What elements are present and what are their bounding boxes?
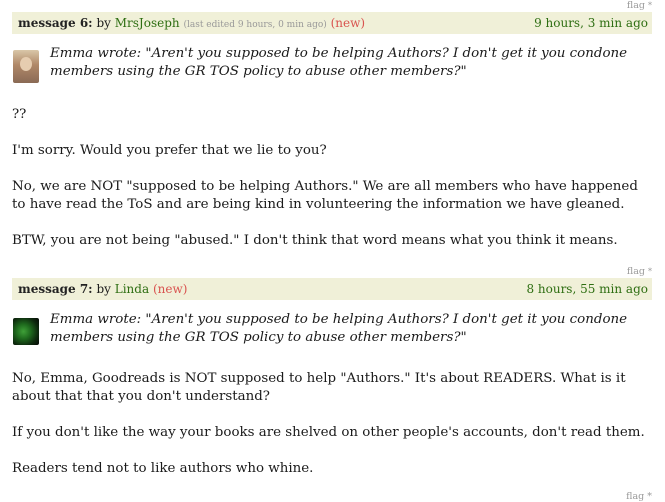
timestamp-link[interactable]: 9 hours, 3 min ago — [534, 12, 648, 34]
timestamp-link[interactable]: 8 hours, 55 min ago — [526, 278, 648, 300]
flag-label[interactable]: flag — [627, 266, 645, 277]
flag-link[interactable]: flag * — [626, 491, 652, 502]
quote-row: Emma wrote: "Aren't you supposed to be h… — [12, 308, 652, 358]
body-paragraph: No, Emma, Goodreads is NOT supposed to h… — [12, 371, 626, 404]
body-paragraph: Readers tend not to like authors who whi… — [12, 461, 314, 476]
author-link[interactable]: Linda — [115, 282, 149, 296]
message-number: message 6: — [18, 16, 93, 30]
body-paragraph: I'm sorry. Would you prefer that we lie … — [12, 143, 327, 158]
edited-note: (last edited 9 hours, 0 min ago) — [183, 20, 327, 30]
quoted-text: Emma wrote: "Aren't you supposed to be h… — [50, 312, 628, 345]
by-label: by — [96, 282, 111, 296]
body-paragraph: BTW, you are not being "abused." I don't… — [12, 233, 618, 248]
flag-star-icon: * — [648, 267, 652, 276]
message-body: No, Emma, Goodreads is NOT supposed to h… — [12, 370, 652, 478]
flag-label[interactable]: flag — [626, 491, 644, 502]
flag-link[interactable]: flag * — [12, 266, 652, 278]
quoted-text: Emma wrote: "Aren't you supposed to be h… — [50, 46, 628, 79]
flag-label[interactable]: flag — [627, 0, 645, 11]
message-header: message 6: by MrsJoseph (last edited 9 h… — [12, 12, 652, 34]
new-badge: (new) — [330, 16, 366, 30]
quote-row: Emma wrote: "Aren't you supposed to be h… — [12, 42, 652, 92]
avatar[interactable] — [13, 318, 39, 345]
body-paragraph: ?? — [12, 107, 27, 122]
flag-star-icon: * — [647, 491, 652, 502]
message-7: flag * message 7: by Linda (new) 8 hours… — [12, 266, 652, 496]
flag-star-icon: * — [648, 1, 652, 10]
message-number: message 7: — [18, 282, 93, 296]
author-link[interactable]: MrsJoseph — [115, 16, 180, 30]
body-paragraph: If you don't like the way your books are… — [12, 425, 645, 440]
by-label: by — [96, 16, 111, 30]
flag-link[interactable]: flag * — [12, 0, 652, 12]
body-paragraph: No, we are NOT "supposed to be helping A… — [12, 179, 638, 212]
avatar-face — [20, 57, 32, 71]
message-6: flag * message 6: by MrsJoseph (last edi… — [12, 0, 652, 268]
new-badge: (new) — [152, 282, 188, 296]
message-body: ?? I'm sorry. Would you prefer that we l… — [12, 106, 652, 250]
avatar[interactable] — [13, 50, 39, 83]
message-header: message 7: by Linda (new) 8 hours, 55 mi… — [12, 278, 652, 300]
